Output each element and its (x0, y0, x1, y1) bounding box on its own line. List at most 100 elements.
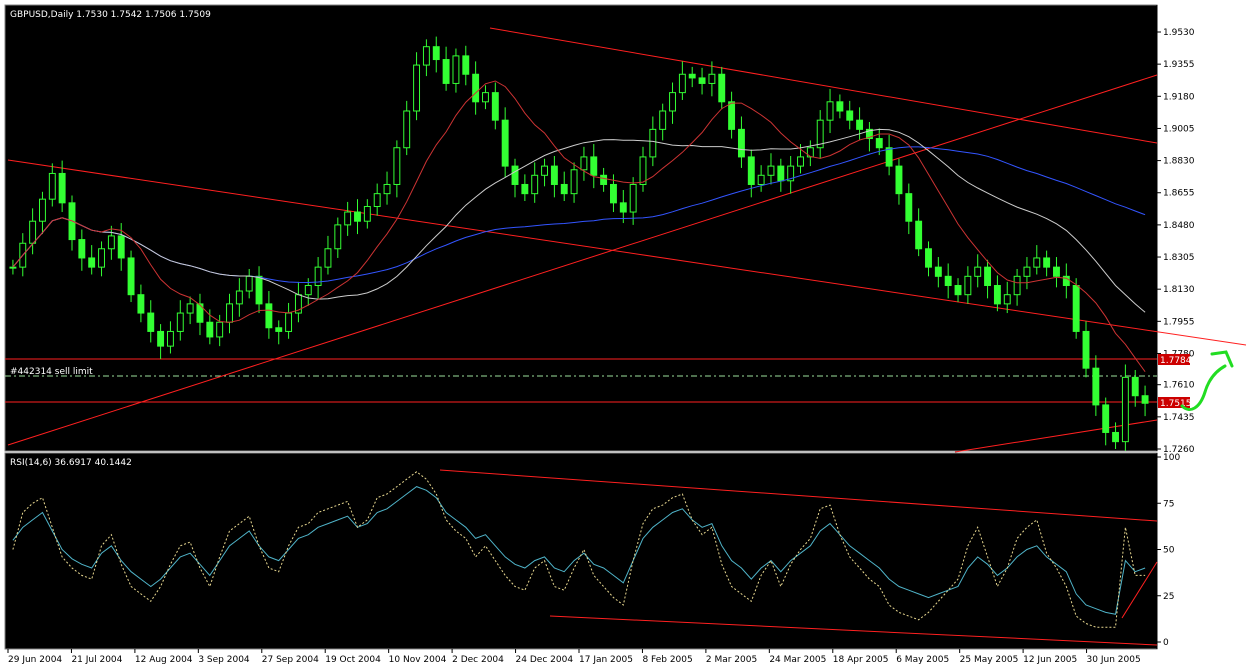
price-tick-label: 1.7955 (1163, 317, 1195, 327)
candle-body (501, 119, 509, 167)
date-axis-labels: 29 Jun 2004 21 Jul 2004 12 Aug 2004 3 Sep 2… (7, 649, 1141, 665)
candle-body (78, 239, 86, 259)
candle-body (659, 110, 667, 130)
candle-body (98, 248, 105, 268)
candle-body (797, 156, 804, 167)
candle-body (39, 198, 46, 222)
candle-body (363, 206, 371, 222)
candle-body (550, 165, 558, 185)
candle-body (127, 257, 135, 296)
candle-body (1053, 266, 1060, 277)
candle-body (895, 165, 903, 195)
price-tick-label: 1.9355 (1163, 60, 1195, 70)
candle-body (875, 138, 883, 149)
candle-body (915, 220, 923, 250)
order-label: #442314 sell limit (10, 367, 93, 377)
candle-body (1121, 376, 1129, 443)
candle-body (334, 224, 342, 250)
candle-body (462, 55, 470, 75)
price-tick-label: 1.8130 (1163, 285, 1195, 295)
candle-body (432, 46, 440, 61)
candle-body (826, 101, 834, 121)
candle-body (718, 73, 726, 103)
chart-canvas: 1.9530 1.9355 1.9180 1.9005 1.8830 1.8655 1.84… (4, 4, 1247, 665)
candle-body (147, 312, 155, 332)
candle-body (206, 321, 214, 338)
candle-body (678, 73, 686, 94)
date-tick-label: 12 Aug 2004 (135, 655, 193, 665)
candle-body (166, 330, 174, 347)
candle-body (285, 312, 293, 332)
date-tick-label: 24 Dec 2004 (516, 655, 574, 665)
candle-body (9, 266, 17, 269)
candle-body (472, 73, 480, 103)
candle-body (1092, 367, 1100, 406)
rsi-panel-bg (4, 452, 1158, 650)
candle-body (580, 156, 588, 171)
date-tick-label: 27 Sep 2004 (262, 655, 319, 665)
candle-body (944, 275, 952, 287)
candle-body (600, 174, 608, 185)
candle-body (186, 303, 194, 314)
candle-body (619, 202, 627, 213)
candle-body (954, 285, 962, 296)
price-tick-label: 1.9005 (1163, 124, 1195, 134)
candle-body (984, 266, 992, 287)
candle-body (1141, 395, 1149, 404)
candle-body (413, 64, 421, 112)
candle-body (964, 275, 972, 296)
candle-body (117, 235, 125, 259)
candle-body (1102, 404, 1110, 433)
candle-body (649, 128, 657, 158)
candle-body (491, 92, 499, 121)
rsi-tick-label: 50 (1163, 546, 1175, 556)
candle-body (235, 290, 243, 305)
price-tick-label: 1.8655 (1163, 189, 1195, 199)
rsi-tick-label: 25 (1163, 592, 1174, 602)
candle-body (452, 55, 460, 84)
candle-body (590, 156, 598, 176)
candle-body (1131, 376, 1139, 397)
date-tick-label: 25 May 2005 (960, 655, 1019, 665)
date-tick-label: 29 Jun 2004 (8, 655, 62, 665)
candle-body (629, 183, 637, 213)
candle-body (107, 235, 115, 250)
candle-body (846, 110, 854, 121)
date-tick-label: 30 Jun 2005 (1087, 655, 1141, 665)
candle-body (708, 73, 716, 84)
price-tick-label: 1.8480 (1163, 221, 1195, 231)
candle-body (521, 183, 529, 195)
candle-body (1003, 294, 1011, 305)
candle-body (669, 92, 676, 112)
candle-body (383, 183, 391, 195)
candle-body (1033, 257, 1041, 268)
candle-body (137, 294, 145, 314)
candle-body (226, 303, 233, 323)
price-tag-current: 1.7515 (1160, 399, 1192, 409)
candle-body (737, 128, 745, 158)
candle-body (610, 183, 617, 204)
candle-body (905, 193, 913, 222)
candle-body (688, 73, 696, 79)
price-axis-labels: 1.9530 1.9355 1.9180 1.9005 1.8830 1.8655 1.84… (1157, 28, 1195, 455)
candle-body (885, 147, 893, 167)
candle-body (354, 211, 361, 222)
candle-body (176, 312, 184, 332)
price-panel-bg (4, 4, 1158, 452)
candle-body (324, 248, 332, 268)
candle-body (1072, 285, 1080, 332)
candle-body (560, 183, 568, 195)
candle-body (541, 165, 548, 176)
price-tick-label: 1.7610 (1163, 381, 1195, 391)
candle-body (422, 46, 430, 66)
candle-body (836, 101, 844, 112)
price-tick-label: 1.9180 (1163, 92, 1195, 102)
date-tick-label: 17 Jan 2005 (579, 655, 633, 665)
candle-body (925, 248, 932, 268)
candle-body (157, 330, 165, 347)
candle-body (856, 119, 864, 130)
candle-body (216, 321, 224, 338)
date-tick-label: 10 Nov 2004 (389, 655, 447, 665)
date-tick-label: 19 Oct 2004 (325, 655, 381, 665)
candle-body (570, 169, 578, 195)
